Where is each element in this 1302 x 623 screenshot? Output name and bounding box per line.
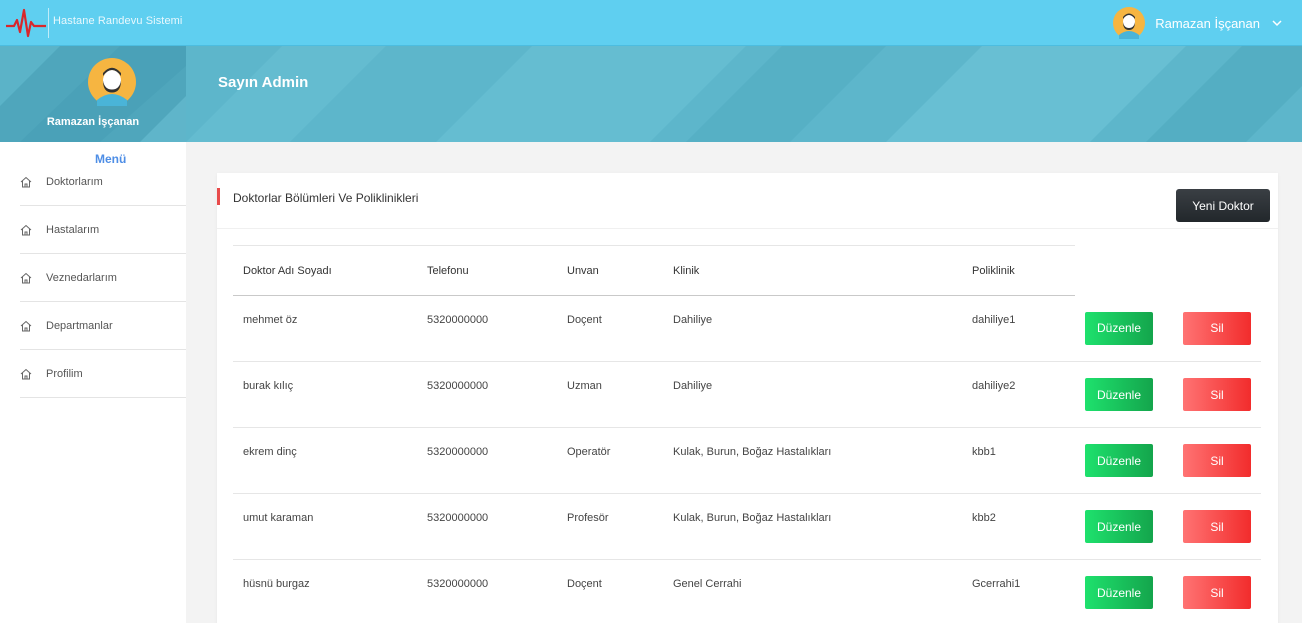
doctor-title: Doçent <box>557 295 663 362</box>
delete-cell: Sil <box>1173 493 1261 560</box>
column-header-edit <box>1075 246 1173 296</box>
doctor-clinic: Kulak, Burun, Boğaz Hastalıkları <box>663 493 962 560</box>
doctor-phone: 5320000000 <box>417 493 557 560</box>
edit-cell: Düzenle <box>1075 493 1173 560</box>
doctor-title: Operatör <box>557 427 663 494</box>
doctor-title: Doçent <box>557 559 663 623</box>
edit-cell: Düzenle <box>1075 427 1173 494</box>
delete-cell: Sil <box>1173 559 1261 623</box>
menu-title: Menü <box>95 152 127 166</box>
table-row: ekrem dinç 5320000000 Operatör Kulak, Bu… <box>233 427 1261 494</box>
edit-cell: Düzenle <box>1075 361 1173 428</box>
delete-cell: Sil <box>1173 295 1261 362</box>
card-header: Doktorlar Bölümleri Ve Poliklinikleri Ye… <box>217 173 1278 229</box>
delete-cell: Sil <box>1173 427 1261 494</box>
sidebar-item-profilim[interactable]: Profilim <box>20 350 186 398</box>
doctor-phone: 5320000000 <box>417 295 557 362</box>
column-header-name: Doktor Adı Soyadı <box>233 245 417 296</box>
doctor-polyclinic: kbb2 <box>962 493 1075 560</box>
doctors-table: Doktor Adı Soyadı Telefonu Unvan Klinik … <box>233 245 1261 623</box>
column-header-phone: Telefonu <box>417 245 557 296</box>
sidebar-menu: Doktorlarım Hastalarım Veznedarlarım Dep… <box>20 166 186 398</box>
sidebar-item-departmanlar[interactable]: Departmanlar <box>20 302 186 350</box>
title-accent-bar <box>217 188 220 205</box>
edit-button[interactable]: Düzenle <box>1085 444 1153 477</box>
chevron-down-icon <box>1272 20 1282 27</box>
edit-button[interactable]: Düzenle <box>1085 576 1153 609</box>
doctor-polyclinic: dahiliye2 <box>962 361 1075 428</box>
delete-button[interactable]: Sil <box>1183 311 1251 345</box>
heartbeat-logo-icon[interactable] <box>6 6 46 40</box>
doctor-title: Profesör <box>557 493 663 560</box>
sidebar-item-label: Hastalarım <box>46 223 100 236</box>
doctor-name: ekrem dinç <box>233 427 417 494</box>
edit-button[interactable]: Düzenle <box>1085 378 1153 411</box>
sidebar-user-name: Ramazan İşçanan <box>46 116 140 128</box>
delete-button[interactable]: Sil <box>1183 576 1251 609</box>
delete-button[interactable]: Sil <box>1183 444 1251 477</box>
doctor-clinic: Dahiliye <box>663 361 962 428</box>
sidebar-item-label: Departmanlar <box>46 319 113 332</box>
sidebar-item-label: Profilim <box>46 367 83 380</box>
doctor-polyclinic: kbb1 <box>962 427 1075 494</box>
sidebar-item-hastalarim[interactable]: Hastalarım <box>20 206 186 254</box>
delete-cell: Sil <box>1173 361 1261 428</box>
banner-pattern <box>186 46 1302 142</box>
column-header-polyclinic: Poliklinik <box>962 245 1075 296</box>
user-menu[interactable]: Ramazan İşçanan <box>1113 7 1284 39</box>
home-icon <box>20 224 32 235</box>
delete-button[interactable]: Sil <box>1183 510 1251 543</box>
home-icon <box>20 368 32 379</box>
user-name: Ramazan İşçanan <box>1155 15 1260 31</box>
column-header-clinic: Klinik <box>663 245 962 296</box>
sidebar-profile: Ramazan İşçanan <box>0 46 186 142</box>
card-title: Doktorlar Bölümleri Ve Poliklinikleri <box>233 191 419 205</box>
page-title: Sayın Admin <box>218 74 309 91</box>
doctor-phone: 5320000000 <box>417 559 557 623</box>
home-icon <box>20 320 32 331</box>
sidebar-item-doktorlarim[interactable]: Doktorlarım <box>20 166 186 206</box>
edit-button[interactable]: Düzenle <box>1085 311 1153 345</box>
sidebar: Ramazan İşçanan Menü Doktorlarım Hastala… <box>0 46 186 623</box>
new-doctor-button[interactable]: Yeni Doktor <box>1176 189 1270 222</box>
page-banner: Sayın Admin <box>186 46 1302 142</box>
edit-cell: Düzenle <box>1075 559 1173 623</box>
doctor-phone: 5320000000 <box>417 361 557 428</box>
edit-button[interactable]: Düzenle <box>1085 510 1153 543</box>
table-header-row: Doktor Adı Soyadı Telefonu Unvan Klinik … <box>233 245 1261 296</box>
doctor-title: Uzman <box>557 361 663 428</box>
table-row: burak kılıç 5320000000 Uzman Dahiliye da… <box>233 361 1261 428</box>
column-header-delete <box>1173 246 1261 296</box>
doctor-clinic: Kulak, Burun, Boğaz Hastalıkları <box>663 427 962 494</box>
doctor-name: hüsnü burgaz <box>233 559 417 623</box>
doctor-clinic: Genel Cerrahi <box>663 559 962 623</box>
sidebar-item-veznedarlarim[interactable]: Veznedarlarım <box>20 254 186 302</box>
doctor-polyclinic: Gcerrahi1 <box>962 559 1075 623</box>
doctor-name: mehmet öz <box>233 295 417 362</box>
doctor-phone: 5320000000 <box>417 427 557 494</box>
doctor-clinic: Dahiliye <box>663 295 962 362</box>
table-row: hüsnü burgaz 5320000000 Doçent Genel Cer… <box>233 559 1261 623</box>
avatar <box>1113 7 1146 39</box>
edit-cell: Düzenle <box>1075 295 1173 362</box>
table-row: mehmet öz 5320000000 Doçent Dahiliye dah… <box>233 295 1261 362</box>
sidebar-item-label: Doktorlarım <box>46 176 103 188</box>
sidebar-item-label: Veznedarlarım <box>46 271 117 284</box>
home-icon <box>20 272 32 283</box>
doctors-card: Doktorlar Bölümleri Ve Poliklinikleri Ye… <box>217 173 1278 623</box>
table-row: umut karaman 5320000000 Profesör Kulak, … <box>233 493 1261 560</box>
doctor-name: umut karaman <box>233 493 417 560</box>
app-title[interactable]: Hastane Randevu Sistemi <box>53 15 182 27</box>
logo-divider <box>48 8 49 38</box>
doctor-name: burak kılıç <box>233 361 417 428</box>
delete-button[interactable]: Sil <box>1183 378 1251 411</box>
avatar <box>88 58 136 106</box>
top-bar: Hastane Randevu Sistemi Ramazan İşçanan <box>0 0 1302 46</box>
doctor-polyclinic: dahiliye1 <box>962 295 1075 362</box>
column-header-title: Unvan <box>557 245 663 296</box>
home-icon <box>20 176 32 188</box>
